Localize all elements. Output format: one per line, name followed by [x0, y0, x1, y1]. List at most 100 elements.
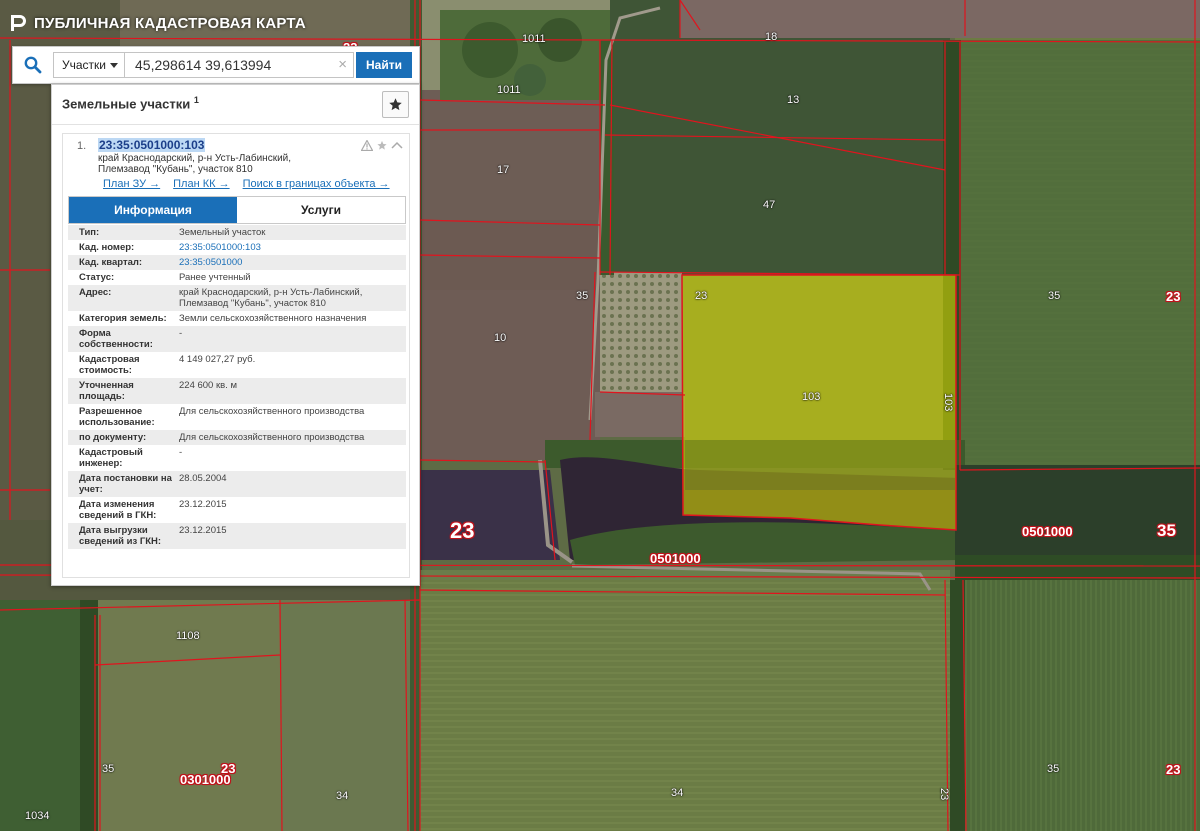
info-value[interactable]: 23:35:0501000: [179, 255, 406, 270]
district-label: 23: [1166, 762, 1181, 777]
water: [420, 470, 560, 560]
info-key: Кад. номер:: [79, 242, 135, 253]
panel-title: Земельные участки 1: [62, 95, 199, 111]
panel-title-text: Земельные участки: [62, 96, 191, 112]
info-value: -: [179, 447, 183, 458]
district-label: 23: [450, 518, 475, 543]
info-value: 224 600 кв. м: [179, 380, 237, 391]
result-index: 1.: [77, 140, 87, 152]
parcel-label: 1011: [497, 84, 521, 96]
info-row: Кад. номер: 23:35:0501000:103: [68, 240, 406, 255]
info-row: Тип: Земельный участок: [68, 225, 406, 240]
parcel-label: 17: [497, 164, 510, 176]
plan-zu-link[interactable]: План ЗУ →: [103, 178, 160, 190]
parcel-label: 23: [695, 290, 708, 302]
field: [420, 580, 950, 831]
info-value: Земельный участок: [179, 227, 266, 238]
parcel-label: 34: [336, 790, 349, 802]
district-label: 23: [1166, 289, 1181, 304]
plan-kk-link[interactable]: План КК →: [173, 178, 229, 190]
app-title: ПУБЛИЧНАЯ КАДАСТРОВАЯ КАРТА: [34, 14, 306, 32]
parcel-label: 103: [942, 393, 954, 412]
info-value: 4 149 027,27 руб.: [179, 354, 256, 365]
info-key: по документу:: [79, 432, 147, 443]
info-key: Уточненная площадь:: [79, 380, 134, 402]
info-value: Для сельскохозяйственного производства: [179, 406, 365, 417]
field: [965, 580, 1200, 831]
field: [680, 0, 1200, 38]
info-key: Дата выгрузки сведений из ГКН:: [79, 525, 162, 547]
info-value: Для сельскохозяйственного производства: [179, 432, 365, 443]
result-links: План ЗУ → План КК → Поиск в границах объ…: [103, 178, 403, 190]
chevron-up-icon[interactable]: [391, 140, 403, 151]
info-row: Дата изменения сведений в ГКН: 23.12.2015: [68, 497, 406, 523]
info-value: край Краснодарский, р-н Усть-Лабинский, …: [179, 287, 363, 309]
info-row: Форма собственности: -: [68, 326, 406, 352]
info-key: Дата изменения сведений в ГКН:: [79, 499, 157, 521]
field: [595, 392, 685, 437]
cadastre-logo-icon: [11, 15, 26, 31]
quarter-label: 0501000: [650, 551, 701, 566]
search-input-wrapper: ×: [125, 52, 354, 78]
info-table: Тип: Земельный участок Кад. номер: 23:35:05…: [68, 225, 406, 549]
info-row: по документу: Для сельскохозяйственного п…: [68, 430, 406, 445]
card-controls: [361, 140, 403, 151]
info-value: 28.05.2004: [179, 473, 227, 484]
parcel-label: 35: [1047, 763, 1060, 775]
tree-cluster: [462, 22, 518, 78]
parcel-label: 47: [763, 199, 776, 211]
tab-services[interactable]: Услуги: [237, 197, 405, 223]
search-type-label: Участки: [62, 58, 106, 72]
info-key: Адрес:: [79, 287, 112, 298]
parcel-label: 10: [494, 332, 507, 344]
parcel-label: 35: [1048, 290, 1061, 302]
search-button[interactable]: Найти: [356, 52, 412, 78]
info-row: Статус: Ранее учтенный: [68, 270, 406, 285]
parcel-label: 103: [802, 391, 821, 403]
result-count: 1: [193, 95, 199, 105]
info-row: Кадастровый инженер: -: [68, 445, 406, 471]
search-type-dropdown[interactable]: Участки: [53, 52, 125, 78]
info-value: 23.12.2015: [179, 525, 227, 536]
search-in-bounds-link[interactable]: Поиск в границах объекта →: [243, 178, 390, 190]
favorites-button[interactable]: [382, 91, 409, 118]
parcel-label: 23: [938, 788, 950, 801]
info-row: Разрешенное использование: Для сельскохоз…: [68, 404, 406, 430]
info-key: Форма собственности:: [79, 328, 153, 350]
parcel-label: 1034: [25, 810, 50, 822]
info-row: Дата постановки на учет: 28.05.2004: [68, 471, 406, 497]
address-line: Племзавод "Кубань", участок 810: [98, 164, 253, 175]
info-row: Уточненная площадь: 224 600 кв. м: [68, 378, 406, 404]
app-header: ПУБЛИЧНАЯ КАДАСТРОВАЯ КАРТА: [10, 14, 306, 32]
parcel-label: 1011: [522, 33, 546, 45]
info-key: Кадастровый инженер:: [79, 447, 143, 469]
parcel-label: 1108: [176, 630, 200, 642]
chevron-down-icon: [110, 62, 118, 68]
field: [420, 90, 605, 220]
star-icon[interactable]: [376, 140, 388, 151]
parcel-label: 34: [671, 787, 684, 799]
info-value[interactable]: 23:35:0501000:103: [179, 240, 406, 255]
info-row: Дата выгрузки сведений из ГКН: 23.12.2015: [68, 523, 406, 549]
info-value: -: [179, 328, 183, 339]
info-value: 23.12.2015: [179, 499, 227, 510]
search-input[interactable]: [125, 53, 325, 77]
info-row: Адрес: край Краснодарский, р-н Усть-Лабин…: [68, 285, 406, 311]
result-card: 1. 23:35:0501000:103 край Краснодарский,…: [62, 133, 410, 578]
district-label: 35: [1157, 521, 1176, 540]
info-value: Земли сельскохозяйственного назначения: [179, 313, 367, 324]
clear-icon[interactable]: ×: [338, 57, 347, 73]
search-icon[interactable]: [13, 47, 53, 83]
field: [960, 40, 1200, 470]
info-row: Кад. квартал: 23:35:0501000: [68, 255, 406, 270]
info-key: Кадастровая стоимость:: [79, 354, 140, 376]
star-icon: [389, 98, 402, 111]
result-address: край Краснодарский, р-н Усть-Лабинский, …: [98, 153, 358, 175]
cadastral-number[interactable]: 23:35:0501000:103: [98, 138, 206, 152]
quarter-label: 0501000: [1022, 524, 1073, 539]
panel-header: Земельные участки 1: [52, 85, 419, 125]
tab-information[interactable]: Информация: [69, 197, 237, 223]
info-key: Разрешенное использование:: [79, 406, 155, 428]
field: [420, 290, 600, 460]
warning-icon[interactable]: [361, 140, 373, 151]
